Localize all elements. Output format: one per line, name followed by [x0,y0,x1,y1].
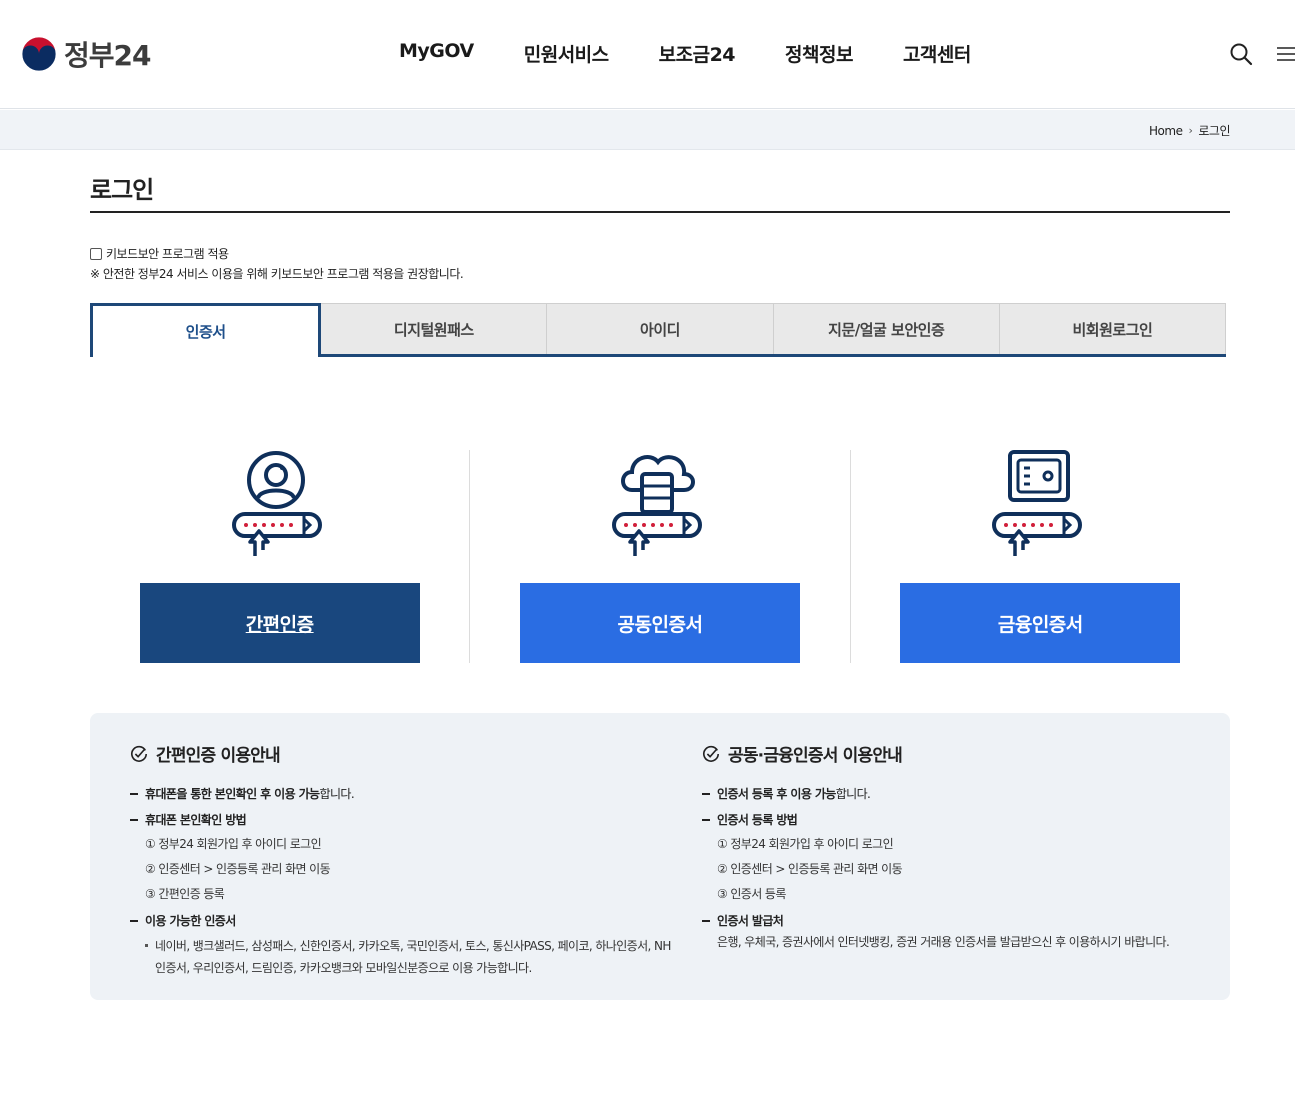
tab-digital-onepass[interactable]: 디지털원패스 [321,303,548,354]
header-utilities [1229,42,1295,66]
keyboard-security-notice: ※ 안전한 정부24 서비스 이용을 위해 키보드보안 프로그램 적용을 권장합… [90,267,464,281]
guide-item-bold: 휴대폰 본인확인 방법 [145,813,247,827]
guide-item-bold: 인증서 등록 후 이용 가능 [717,787,836,801]
guide-item: 인증서 발급처 [702,913,1202,929]
chevron-right-icon: › [1188,124,1193,137]
breadcrumb-current: 로그인 [1198,124,1230,138]
cloud-server-icon [611,455,702,556]
joint-certificate-button[interactable]: 공동인증서 [519,583,800,663]
tab-id[interactable]: 아이디 [547,303,774,354]
guide-item-bold: 인증서 등록 방법 [717,813,798,827]
logo-text: 정부24 [64,39,151,72]
person-badge-icon [231,451,322,556]
keyboard-security-option[interactable]: 키보드보안 프로그램 적용 [90,245,229,262]
guide-step: ① 정부24 회원가입 후 아이디 로그인 [717,837,894,851]
keyboard-security-checkbox[interactable] [90,247,102,260]
guide-title: 간편인증 이용안내 [130,741,678,766]
guide-title-text: 간편인증 이용안내 [156,746,281,766]
guide-item-bold: 인증서 발급처 [717,914,784,928]
guide-issuers: 은행, 우체국, 증권사에서 인터넷뱅킹, 증권 거래용 인증서를 발급받으신 … [717,935,1170,949]
guide-step: ③ 간편인증 등록 [145,887,225,901]
guide-item-bold: 이용 가능한 인증서 [145,914,236,928]
tab-biometric[interactable]: 지문/얼굴 보안인증 [773,303,1000,354]
guide-step: ② 인증센터 > 인증등록 관리 화면 이동 [717,862,903,876]
guide-item: 휴대폰을 통한 본인확인 후 이용 가능합니다. [130,786,678,802]
guide-item: 인증서 등록 방법 [702,812,1202,828]
breadcrumb: Home › 로그인 [1149,122,1230,139]
method-financial-certificate: 금융인증서 [849,450,1230,663]
nav-item-mygov[interactable]: MyGOV [399,40,474,67]
login-methods: 간편인증 공동인증서 금융인증서 [90,450,1230,663]
taegeuk-logo-icon [21,36,57,72]
login-tabs: 인증서 디지털원패스 아이디 지문/얼굴 보안인증 비회원로그인 [90,303,1227,357]
breadcrumb-home[interactable]: Home [1149,124,1183,138]
financial-certificate-button[interactable]: 금융인증서 [900,583,1181,663]
breadcrumb-bar: Home › 로그인 [0,110,1295,150]
site-header: 정부24 MyGOV 민원서비스 보조금24 정책정보 고객센터 [0,0,1295,109]
guide-step: ② 인증센터 > 인증등록 관리 화면 이동 [145,862,331,876]
nav-item-subsidy[interactable]: 보조금24 [659,40,736,67]
page-title: 로그인 [90,176,154,204]
site-logo[interactable]: 정부24 [20,34,151,74]
nav-item-civil-service[interactable]: 민원서비스 [524,40,609,67]
check-circle-icon [131,745,148,762]
guide-step: ① 정부24 회원가입 후 아이디 로그인 [145,837,322,851]
guide-item-rest: 합니다. [319,787,355,801]
joint-cert-guide: 공동·금융인증서 이용안내 인증서 등록 후 이용 가능합니다. 인증서 등록 … [702,741,1202,951]
title-divider [90,211,1230,213]
guide-title: 공동·금융인증서 이용안내 [702,741,1202,766]
simple-auth-guide: 간편인증 이용안내 휴대폰을 통한 본인확인 후 이용 가능합니다. 휴대폰 본… [130,741,678,979]
guide-item: 인증서 등록 후 이용 가능합니다. [702,786,1202,802]
menu-icon[interactable] [1277,42,1295,66]
safe-icon [992,450,1083,556]
guide-title-text: 공동·금융인증서 이용안내 [728,746,903,766]
simple-auth-button[interactable]: 간편인증 [139,583,420,663]
method-simple-auth: 간편인증 [90,450,469,663]
check-circle-icon [703,745,720,762]
tab-guest-login[interactable]: 비회원로그인 [999,303,1227,354]
guide-item-bold: 휴대폰을 통한 본인확인 후 이용 가능 [145,787,320,801]
guide-providers: 네이버, 뱅크샐러드, 삼성패스, 신한인증서, 카카오톡, 국민인증서, 토스… [130,935,678,979]
guide-item: 이용 가능한 인증서 [130,913,678,929]
guide-item: 휴대폰 본인확인 방법 [130,812,678,828]
guide-item-rest: 합니다. [835,787,871,801]
nav-item-policy[interactable]: 정책정보 [785,40,853,67]
method-joint-certificate: 공동인증서 [469,450,849,663]
usage-guide: 간편인증 이용안내 휴대폰을 통한 본인확인 후 이용 가능합니다. 휴대폰 본… [90,713,1230,1000]
keyboard-security-label: 키보드보안 프로그램 적용 [106,247,229,261]
search-icon[interactable] [1229,42,1253,66]
nav-item-customer-center[interactable]: 고객센터 [903,40,971,67]
main-nav: MyGOV 민원서비스 보조금24 정책정보 고객센터 [399,40,971,67]
tab-certificate[interactable]: 인증서 [90,303,322,357]
guide-step: ③ 인증서 등록 [717,887,786,901]
